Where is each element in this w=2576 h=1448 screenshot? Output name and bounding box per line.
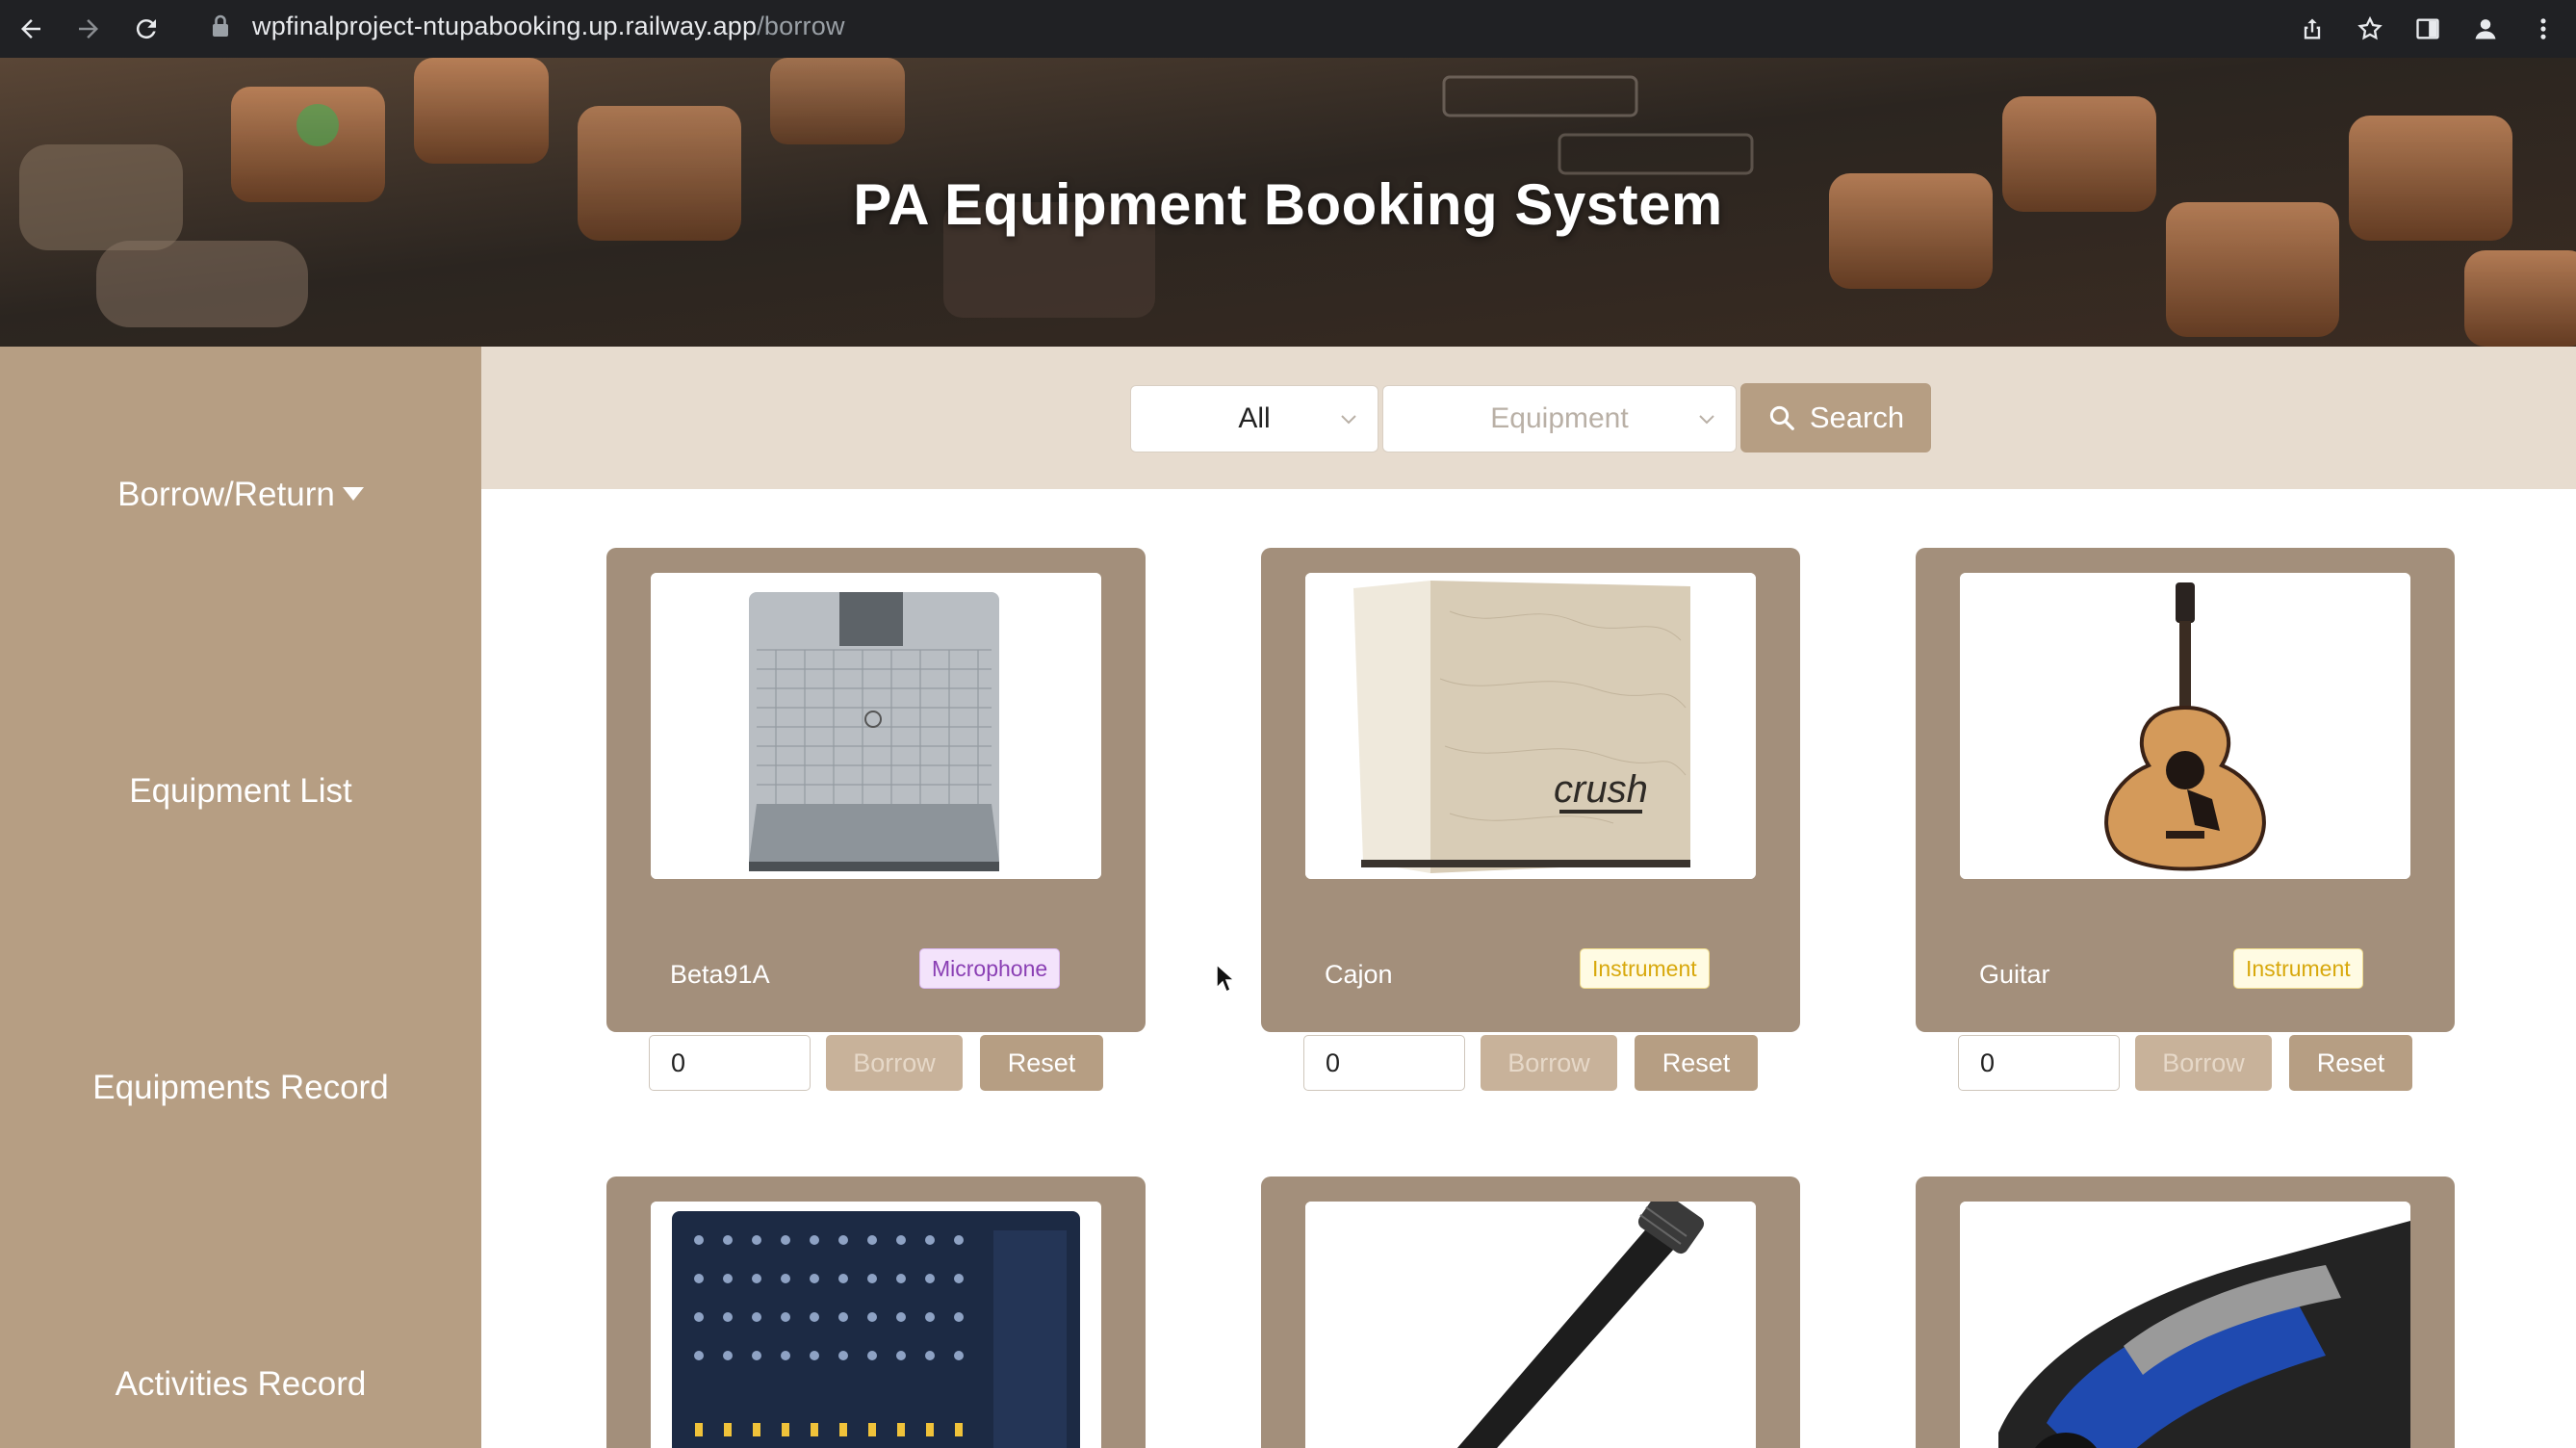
borrow-button[interactable]: Borrow [2135,1035,2272,1091]
category-select[interactable]: All [1130,385,1378,452]
borrow-button[interactable]: Borrow [1481,1035,1617,1091]
lock-icon [213,14,228,37]
bookmark-star-icon[interactable] [2347,6,2393,52]
chevron-down-icon [1341,415,1356,425]
menu-kebab-icon[interactable] [2520,6,2566,52]
reset-button[interactable]: Reset [2289,1035,2412,1091]
equipment-select[interactable]: Equipment [1382,385,1737,452]
equipment-card: Beta91A Microphone [606,548,1146,1032]
brand-logo-text: crush [1554,768,1648,811]
cajon-image: crush [1305,573,1756,879]
reset-button[interactable]: Reset [1635,1035,1758,1091]
sidebar-item-equipment-list[interactable]: Equipment List [0,772,481,811]
equipment-card: Guitar Instrument [1916,548,2455,1032]
address-bar[interactable]: wpfinalproject-ntupabooking.up.railway.a… [189,0,2268,52]
category-select-value: All [1238,402,1271,434]
forward-icon[interactable] [65,6,112,52]
side-panel-icon[interactable] [2405,6,2451,52]
quantity-input[interactable] [1958,1035,2120,1091]
search-button-label: Search [1809,401,1905,434]
category-tag: Microphone [919,948,1061,989]
equipment-card [1261,1176,1800,1448]
sidebar-item-label: Equipments Record [92,1069,389,1106]
sidebar-item-label: Equipment List [129,772,352,810]
page-title: PA Equipment Booking System [853,172,1723,237]
mouse-cursor-icon [1216,963,1236,994]
sidebar-item-label: Borrow/Return [117,476,335,513]
acoustic-guitar-image [1960,573,2410,879]
reload-icon[interactable] [123,6,169,52]
equipment-image [1960,1202,2410,1448]
equipment-card [1916,1176,2455,1448]
equipment-image [651,573,1101,879]
share-icon[interactable] [2289,6,2335,52]
url-text: wpfinalproject-ntupabooking.up.railway.a… [252,11,845,40]
borrow-button[interactable]: Borrow [826,1035,963,1091]
sidebar-item-equipments-record[interactable]: Equipments Record [0,1069,481,1107]
caret-down-icon [342,486,364,501]
chevron-down-icon [1699,415,1714,425]
mixer-console-image [651,1202,1101,1448]
equipment-card: crush Cajon Instrument [1261,548,1800,1032]
speakon-connector-image [1960,1202,2410,1448]
sidebar: Borrow/Return Equipment List Equipments … [0,347,481,1448]
boundary-microphone-image [651,573,1101,879]
filter-bar: All Equipment [481,347,2576,489]
equipment-image: crush [1305,573,1756,879]
equipment-name: Cajon [1325,960,1393,989]
equipment-select-placeholder: Equipment [1490,402,1629,434]
equipment-name: Beta91A [670,960,770,989]
back-icon[interactable] [8,6,54,52]
sidebar-item-label: Activities Record [115,1365,367,1403]
equipment-card [606,1176,1146,1448]
quantity-input[interactable] [649,1035,811,1091]
equipment-image [1960,573,2410,879]
reset-button[interactable]: Reset [980,1035,1103,1091]
browser-toolbar: wpfinalproject-ntupabooking.up.railway.a… [0,0,2576,58]
equipment-image [1305,1202,1756,1448]
category-tag: Instrument [1580,948,1710,989]
equipment-image [651,1202,1101,1448]
sidebar-item-activities-record[interactable]: Activities Record [0,1365,481,1404]
category-tag: Instrument [2233,948,2363,989]
search-icon [1769,405,1794,430]
equipment-name: Guitar [1979,960,2050,989]
quantity-input[interactable] [1303,1035,1465,1091]
search-button[interactable]: Search [1740,383,1931,452]
sidebar-item-borrow-return[interactable]: Borrow/Return [0,476,481,514]
condenser-microphone-image [1305,1202,1756,1448]
profile-icon[interactable] [2462,6,2509,52]
header-banner: PA Equipment Booking System [0,58,2576,347]
